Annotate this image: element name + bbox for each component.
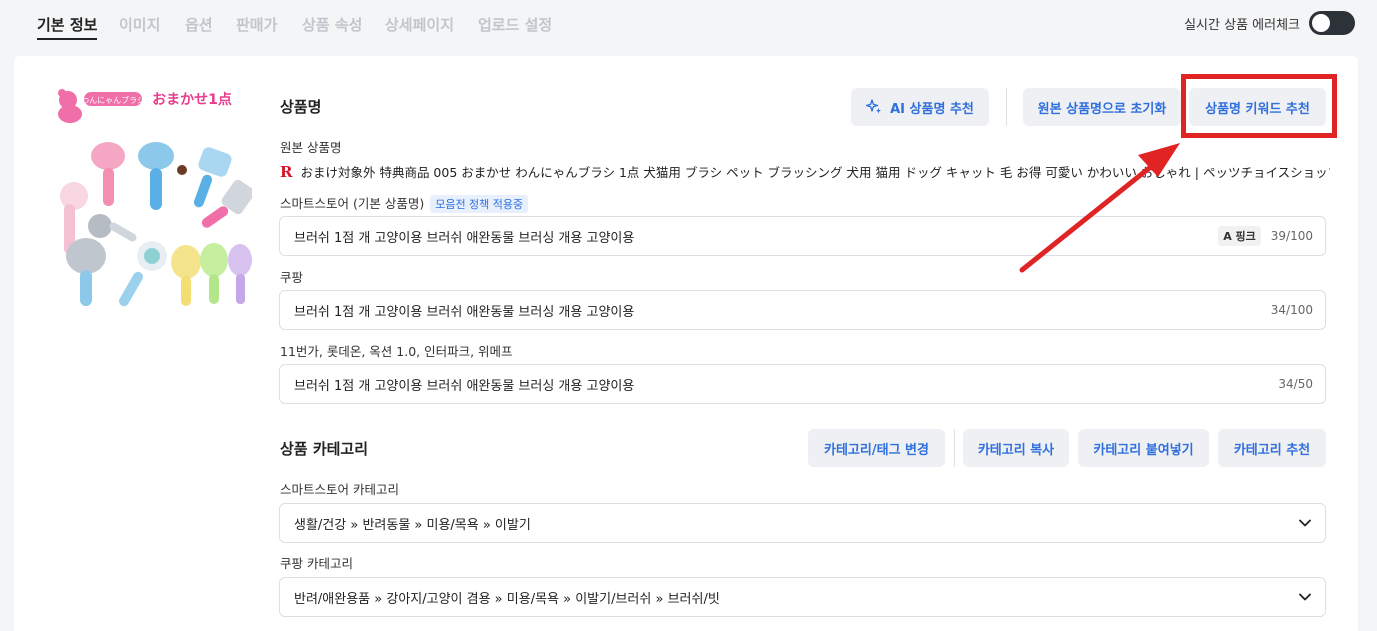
purple-brush-icon bbox=[228, 244, 252, 304]
smartstore-category-select[interactable]: 생활/건강 » 반려동물 » 미용/목욕 » 이발기 bbox=[279, 503, 1326, 543]
coupang-name-input[interactable]: 브러쉬 1점 개 고양이용 브러쉬 애완동물 브러싱 개용 고양이용 34/10… bbox=[279, 290, 1326, 330]
option-chip[interactable]: A 핑크 bbox=[1218, 226, 1261, 246]
ai-recommend-label: AI 상품명 추천 bbox=[890, 101, 974, 117]
button-divider bbox=[1006, 88, 1007, 126]
product-name-title: 상품명 bbox=[280, 98, 322, 116]
blue-brush-icon bbox=[138, 142, 174, 210]
banner-text-right: おまかせ1点 bbox=[152, 91, 232, 108]
banner-text-left: わんにゃんブラシ bbox=[81, 95, 145, 105]
tab-basic-info[interactable]: 기본 정보 bbox=[37, 14, 98, 40]
chevron-down-icon bbox=[1299, 519, 1311, 527]
product-image: わんにゃんブラシ おまかせ1点 bbox=[52, 86, 252, 308]
tab-price[interactable]: 판매가 bbox=[236, 14, 277, 35]
keyword-recommend-button[interactable]: 상품명 키워드 추천 bbox=[1189, 88, 1326, 126]
toggle-knob bbox=[1312, 14, 1330, 32]
smartstore-category-value: 생활/건강 » 반려동물 » 미용/목욕 » 이발기 bbox=[294, 517, 531, 533]
tab-attributes[interactable]: 상품 속성 bbox=[302, 14, 362, 35]
coupang-category-label: 쿠팡 카테고리 bbox=[280, 556, 353, 571]
coupang-name-count: 34/100 bbox=[1270, 303, 1313, 317]
grey-brush-icon bbox=[88, 214, 137, 242]
original-name-value: おまけ対象外 特典商品 005 おまかせ わんにゃんブラシ 1点 犬猫用 ブラシ… bbox=[300, 165, 1330, 180]
category-copy-button[interactable]: 카테고리 복사 bbox=[963, 429, 1069, 467]
original-name-label: 원본 상품명 bbox=[280, 140, 342, 155]
smartstore-name-label-text: 스마트스토어 (기본 상품명) bbox=[280, 196, 425, 211]
top-tab-bar: 기본 정보 이미지 옵션 판매가 상품 속성 상세페이지 업로드 설정 실시간 … bbox=[0, 0, 1377, 48]
reset-original-button[interactable]: 원본 상품명으로 초기화 bbox=[1023, 88, 1181, 126]
chevron-down-icon bbox=[1299, 593, 1311, 601]
tab-options[interactable]: 옵션 bbox=[185, 14, 213, 35]
rakuten-logo-icon: R bbox=[280, 162, 293, 181]
category-title: 상품 카테고리 bbox=[280, 440, 369, 458]
other-markets-name-input[interactable]: 브러쉬 1점 개 고양이용 브러쉬 애완동물 브러싱 개용 고양이용 34/50 bbox=[279, 364, 1326, 404]
category-change-button[interactable]: 카테고리/태그 변경 bbox=[808, 429, 945, 467]
smartstore-name-count: 39/100 bbox=[1270, 229, 1313, 243]
other-markets-label: 11번가, 롯데온, 옥션 1.0, 인터파크, 위메프 bbox=[280, 344, 513, 359]
coupang-category-value: 반려/애완용품 » 강아지/고양이 겸용 » 미용/목욕 » 이발기/브러쉬 »… bbox=[294, 591, 720, 607]
coupang-name-label: 쿠팡 bbox=[280, 270, 304, 285]
policy-badge: 모음전 정책 적용중 bbox=[430, 195, 529, 213]
green-brush-icon bbox=[200, 243, 228, 304]
other-markets-name-value: 브러쉬 1점 개 고양이용 브러쉬 애완동물 브러싱 개용 고양이용 bbox=[294, 378, 635, 394]
smartstore-category-label: 스마트스토어 카테고리 bbox=[280, 482, 399, 497]
yellow-brush-icon bbox=[171, 245, 201, 306]
smartstore-name-label: 스마트스토어 (기본 상품명) 모음전 정책 적용중 bbox=[280, 193, 529, 213]
coupang-name-value: 브러쉬 1점 개 고양이용 브러쉬 애완동물 브러싱 개용 고양이용 bbox=[294, 304, 635, 320]
category-button-divider bbox=[954, 429, 955, 467]
realtime-check: 실시간 상품 에러체크 bbox=[1184, 11, 1355, 35]
pink-brush-icon bbox=[91, 142, 125, 206]
dog-cat-logo-icon bbox=[58, 89, 82, 123]
ai-recommend-button[interactable]: AI 상품명 추천 bbox=[851, 88, 989, 126]
tab-detail-page[interactable]: 상세페이지 bbox=[385, 14, 454, 35]
sparkle-icon bbox=[866, 99, 882, 115]
self-clean-brush-icon bbox=[66, 238, 106, 306]
realtime-check-toggle[interactable] bbox=[1309, 11, 1355, 35]
round-brush-icon bbox=[119, 241, 167, 307]
smartstore-name-input[interactable]: 브러쉬 1점 개 고양이용 브러쉬 애완동물 브러싱 개용 고양이용 A 핑크 … bbox=[279, 216, 1326, 256]
category-recommend-button[interactable]: 카테고리 추천 bbox=[1218, 429, 1326, 467]
smartstore-name-value: 브러쉬 1점 개 고양이용 브러쉬 애완동물 브러싱 개용 고양이용 bbox=[294, 230, 635, 246]
tab-image[interactable]: 이미지 bbox=[119, 14, 160, 35]
coupang-category-select[interactable]: 반려/애완용품 » 강아지/고양이 겸용 » 미용/목욕 » 이발기/브러쉬 »… bbox=[279, 577, 1326, 617]
tab-upload-settings[interactable]: 업로드 설정 bbox=[478, 14, 552, 35]
original-name-row: R おまけ対象外 特典商品 005 おまかせ わんにゃんブラシ 1点 犬猫用 ブ… bbox=[280, 162, 1330, 181]
category-paste-button[interactable]: 카테고리 붙여넣기 bbox=[1078, 429, 1209, 467]
basic-info-card: わんにゃんブラシ おまかせ1点 상품명 AI 상품명 추천 원본 상품명으로 초… bbox=[14, 56, 1358, 631]
other-markets-name-count: 34/50 bbox=[1278, 377, 1313, 391]
realtime-check-label: 실시간 상품 에러체크 bbox=[1184, 17, 1300, 33]
